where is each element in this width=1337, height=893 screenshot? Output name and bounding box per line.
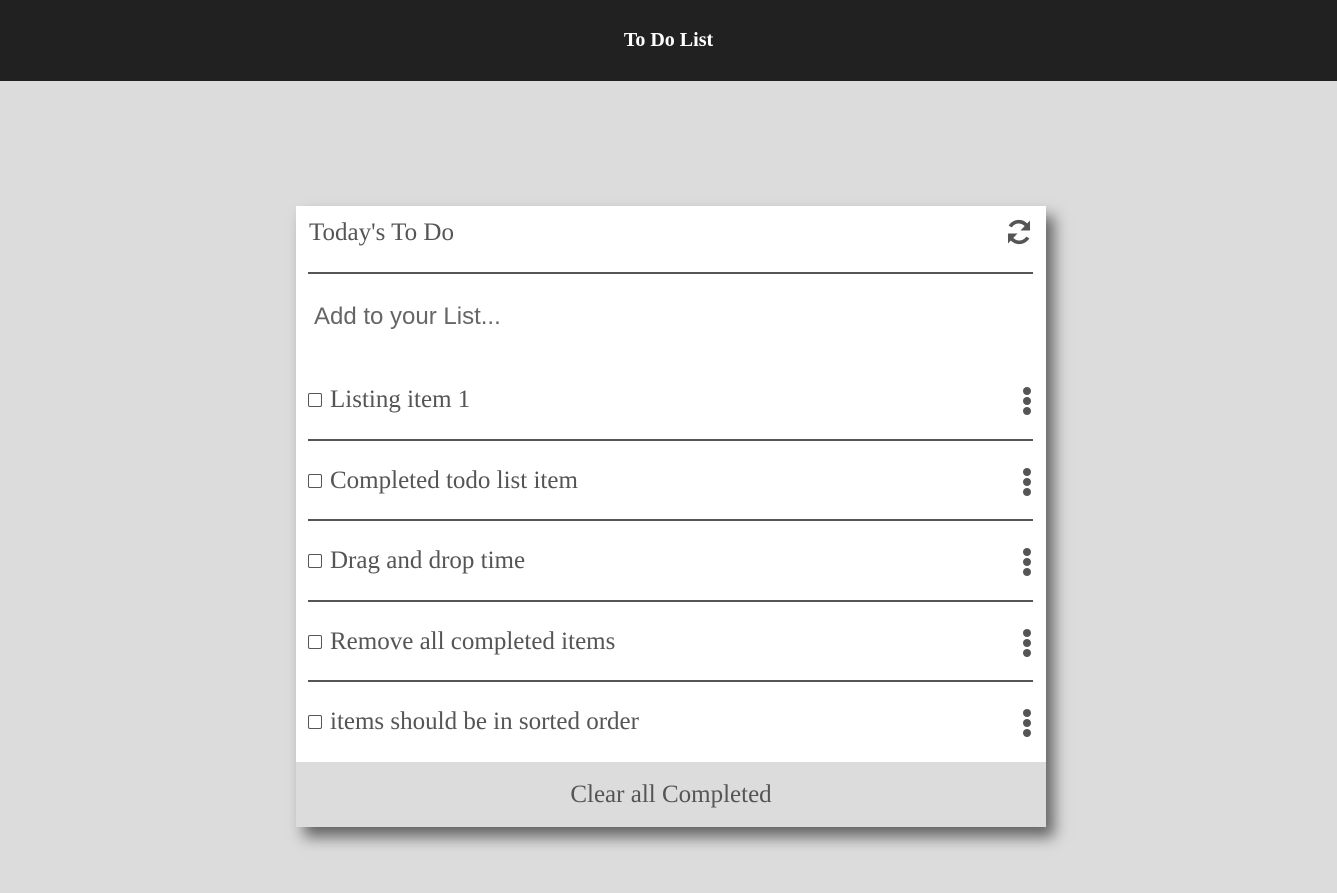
todo-list: Listing item 1 Completed todo list item …: [308, 360, 1033, 763]
kebab-menu-icon[interactable]: [1021, 709, 1033, 737]
todo-checkbox[interactable]: [308, 634, 322, 649]
todo-label: Drag and drop time: [330, 547, 526, 574]
todo-checkbox[interactable]: [308, 715, 322, 729]
card-header: Today's To Do: [308, 206, 1033, 274]
kebab-menu-icon[interactable]: [1021, 628, 1033, 657]
todo-item[interactable]: Drag and drop time: [308, 521, 1033, 602]
kebab-menu-icon[interactable]: [1021, 467, 1033, 496]
todo-checkbox[interactable]: [308, 393, 322, 407]
card-title: Today's To Do: [309, 219, 454, 246]
todo-checkbox[interactable]: [308, 554, 322, 568]
todo-item[interactable]: items should be in sorted order: [308, 682, 1033, 763]
refresh-icon-graphic: [1007, 219, 1031, 245]
todo-label: Remove all completed items: [330, 627, 616, 655]
todo-label: Listing item 1: [330, 386, 471, 413]
todo-card: Today's To Do Listing item 1 Completed t…: [296, 206, 1046, 827]
todo-item[interactable]: Listing item 1: [308, 360, 1033, 441]
add-item-input[interactable]: [308, 294, 1034, 340]
app-header: To Do List: [0, 0, 1337, 81]
todo-item[interactable]: Remove all completed items: [308, 602, 1033, 682]
todo-label: items should be in sorted order: [330, 708, 639, 735]
todo-label: Completed todo list item: [330, 466, 578, 494]
todo-item[interactable]: Completed todo list item: [308, 441, 1033, 521]
todo-checkbox[interactable]: [308, 473, 322, 488]
kebab-menu-icon[interactable]: [1021, 548, 1033, 576]
refresh-icon[interactable]: [1004, 217, 1034, 247]
kebab-menu-icon[interactable]: [1021, 387, 1033, 415]
clear-completed-button[interactable]: Clear all Completed: [296, 762, 1046, 827]
app-title: To Do List: [623, 28, 714, 51]
